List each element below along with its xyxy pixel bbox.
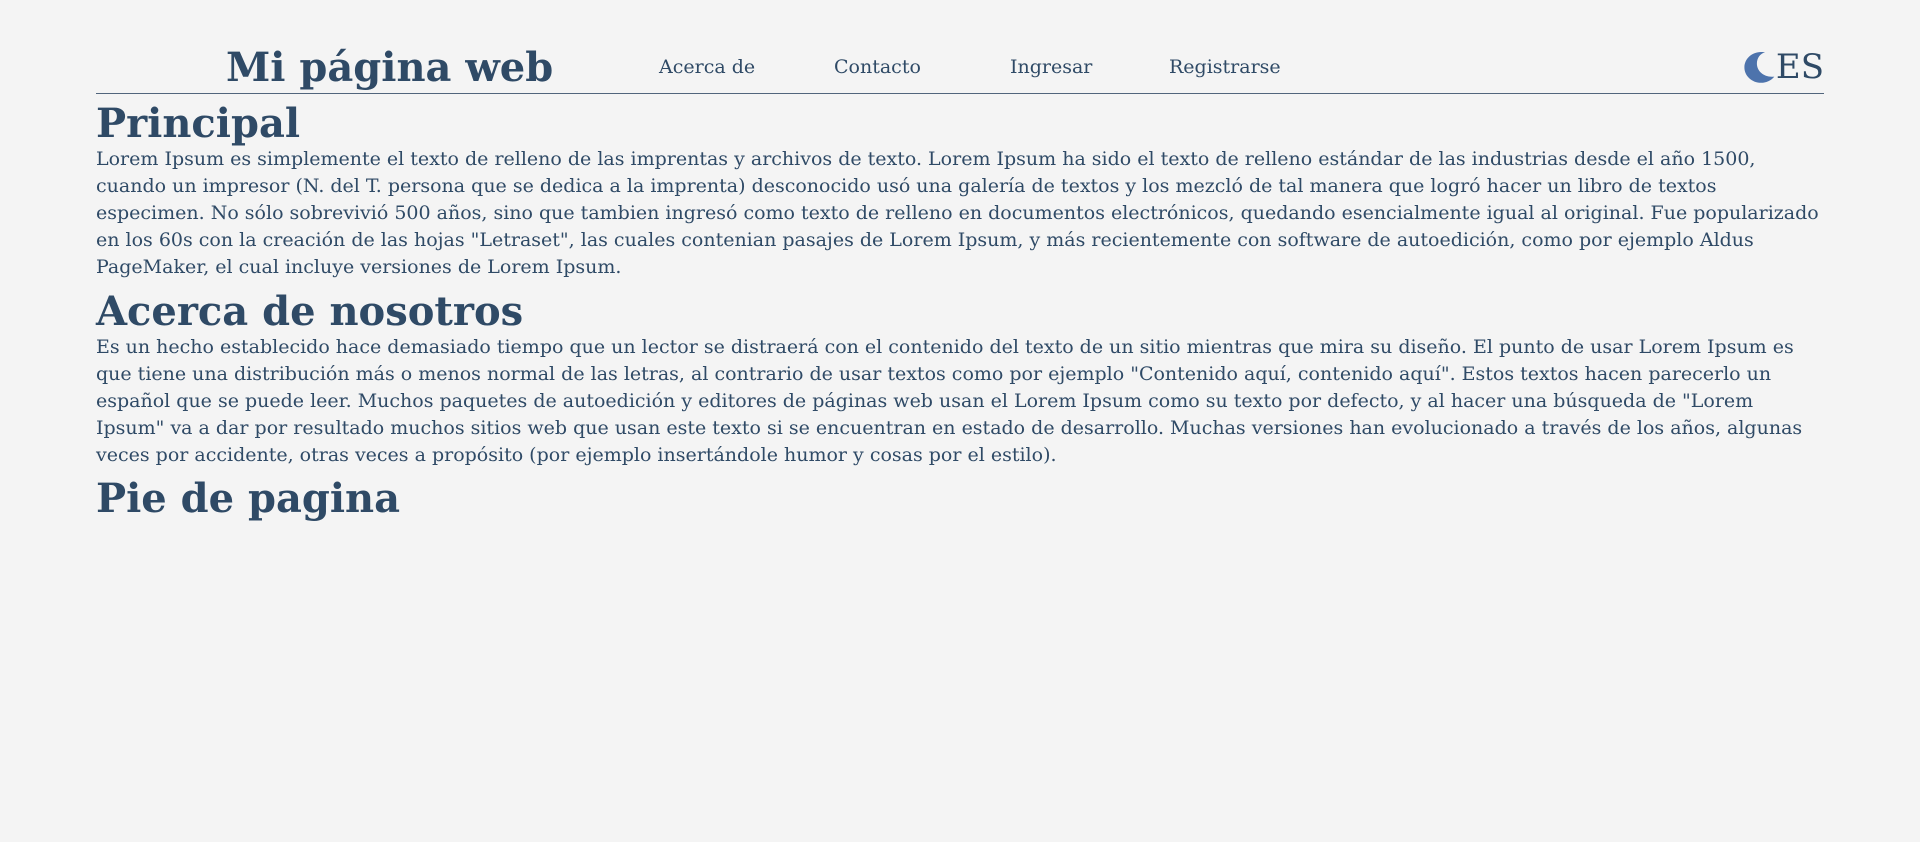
nav-contact-link[interactable]: Contacto <box>834 55 921 79</box>
nav-login-link[interactable]: Ingresar <box>1010 55 1092 79</box>
theme-toggle-button[interactable] <box>1739 45 1776 89</box>
about-paragraph: Es un hecho establecido hace demasiado t… <box>96 336 1803 466</box>
language-selector[interactable]: ES <box>1776 47 1824 87</box>
principal-section: Principal Lorem Ipsum es simplemente el … <box>96 102 1824 281</box>
page: Mi página web Acerca de Contacto Ingresa… <box>96 0 1824 521</box>
main-navigation: Acerca de Contacto Ingresar Registrarse <box>96 55 1824 81</box>
principal-paragraph: Lorem Ipsum es simplemente el texto de r… <box>96 148 1819 278</box>
principal-heading: Principal <box>96 100 301 147</box>
nav-register-link[interactable]: Registrarse <box>1169 55 1281 79</box>
about-heading: Acerca de nosotros <box>96 288 524 335</box>
nav-about-link[interactable]: Acerca de <box>659 55 755 79</box>
footer-section: Pie de pagina <box>96 477 1824 521</box>
main-content: Principal Lorem Ipsum es simplemente el … <box>96 94 1824 521</box>
site-header: Mi página web Acerca de Contacto Ingresa… <box>96 0 1824 94</box>
header-tools: ES <box>1739 45 1824 89</box>
footer-heading: Pie de pagina <box>96 475 401 522</box>
about-section: Acerca de nosotros Es un hecho estableci… <box>96 290 1824 469</box>
moon-icon <box>1744 52 1775 83</box>
